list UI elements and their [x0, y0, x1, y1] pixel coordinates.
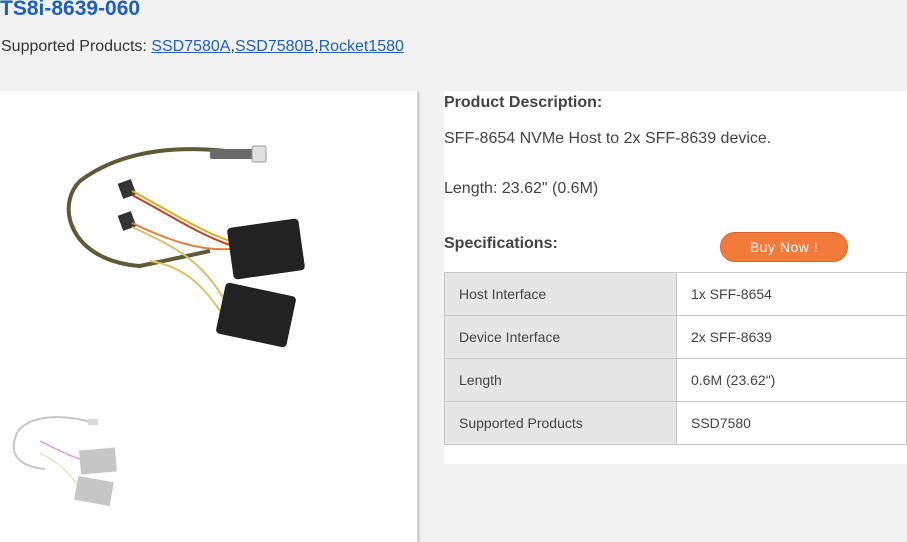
link-rocket1580[interactable]: Rocket1580 [319, 38, 404, 55]
supported-products: Supported Products: SSD7580A,SSD7580B,Ro… [1, 38, 404, 55]
spec-value: 1x SFF-8654 [676, 272, 907, 316]
specifications-heading: Specifications: [444, 235, 558, 252]
product-gallery [0, 91, 418, 542]
link-ssd7580a[interactable]: SSD7580A [151, 38, 230, 55]
spec-label: Host Interface [444, 272, 677, 316]
table-row: Length 0.6M (23.62") [444, 358, 907, 402]
description-text: SFF-8654 NVMe Host to 2x SFF-8639 device… [444, 130, 772, 147]
product-title: TS8i-8639-060 [0, 0, 141, 20]
product-info: Product Description: SFF-8654 NVMe Host … [444, 91, 907, 464]
product-thumbnail[interactable] [10, 411, 120, 511]
spec-label: Supported Products [444, 401, 677, 445]
table-row: Host Interface 1x SFF-8654 [444, 272, 907, 316]
spec-label: Length [444, 358, 677, 402]
length-text: Length: 23.62" (0.6M) [444, 180, 599, 197]
buy-now-button[interactable]: Buy Now ! [720, 232, 848, 262]
table-row: Supported Products SSD7580 [444, 401, 907, 445]
link-ssd7580b[interactable]: SSD7580B [235, 38, 314, 55]
spec-value: 2x SFF-8639 [676, 315, 907, 359]
description-heading: Product Description: [444, 94, 603, 111]
product-image [66, 145, 305, 348]
spec-label: Device Interface [444, 315, 677, 359]
spec-value: SSD7580 [676, 401, 907, 445]
table-row: Device Interface 2x SFF-8639 [444, 315, 907, 359]
supported-products-label: Supported Products: [1, 38, 152, 55]
spec-value: 0.6M (23.62") [676, 358, 907, 402]
specs-table: Host Interface 1x SFF-8654 Device Interf… [444, 272, 907, 445]
